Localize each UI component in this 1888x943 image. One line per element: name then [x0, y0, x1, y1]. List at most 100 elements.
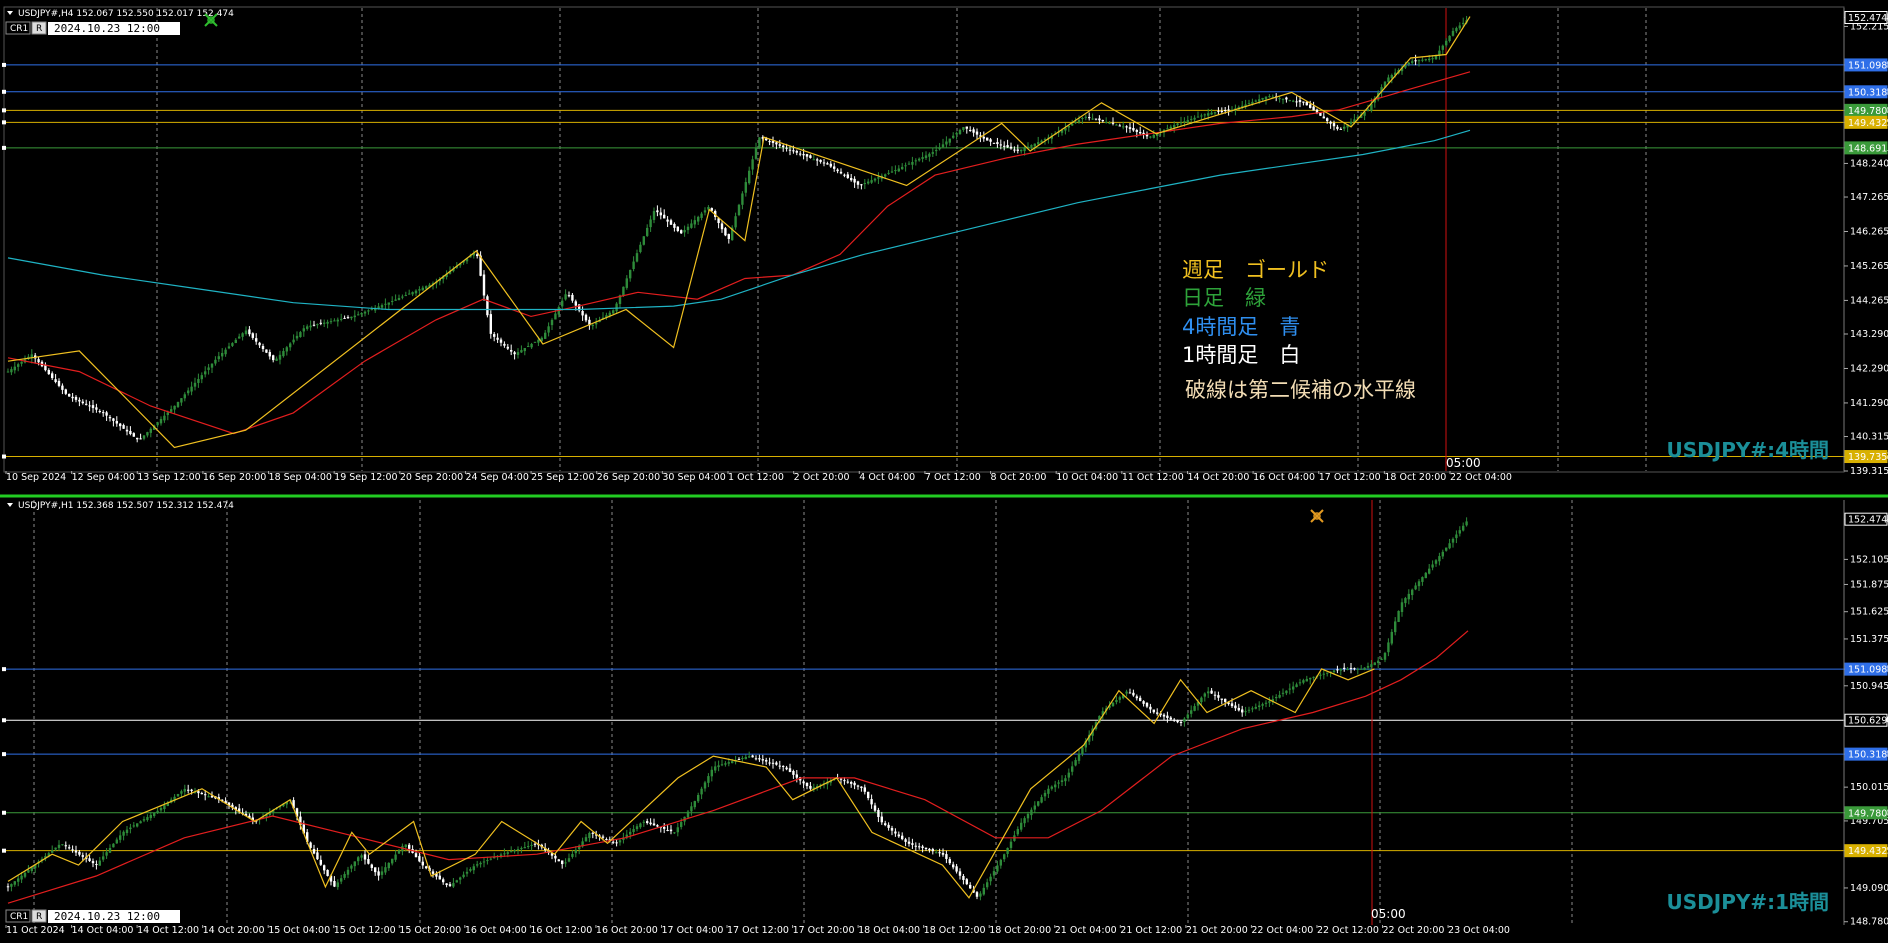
candle-body: [462, 874, 465, 878]
candle-body: [486, 296, 489, 316]
candle-body: [384, 867, 387, 873]
candle-body: [693, 220, 696, 225]
candle-body: [1261, 97, 1264, 100]
candle-body: [1322, 116, 1325, 119]
chart-canvas[interactable]: 152.474152.215151.098150.318149.780149.4…: [0, 0, 1888, 943]
candle-body: [676, 827, 679, 833]
bottom-chart-plot[interactable]: 152.474 152.105 151.875 151.625 151.375 151.0…: [2, 500, 1888, 936]
candle-body: [108, 417, 112, 419]
candle-body: [1213, 112, 1217, 114]
price-tick-label: 144.265: [1850, 295, 1888, 306]
candle-body: [156, 810, 159, 814]
candle-body: [1166, 128, 1169, 130]
candle-body: [680, 230, 683, 234]
candle-body: [1098, 118, 1101, 121]
candle-body: [1448, 543, 1451, 549]
level-handle[interactable]: [2, 718, 6, 723]
time-tick-label: 12 Sep 04:00: [72, 472, 135, 483]
candle-body: [1251, 708, 1254, 710]
candle-body: [292, 339, 295, 343]
level-handle[interactable]: [2, 108, 6, 113]
candle-body: [1387, 77, 1390, 82]
candle-body: [911, 161, 914, 165]
candle-body: [911, 843, 914, 845]
level-handle[interactable]: [2, 454, 6, 459]
candle-body: [754, 758, 758, 760]
candle-body: [1037, 142, 1040, 145]
candle-body: [425, 866, 428, 869]
candle-body: [6, 371, 10, 373]
level-handle[interactable]: [2, 810, 6, 815]
level-handle[interactable]: [2, 752, 6, 757]
candle-body: [139, 438, 142, 440]
candle-body: [1295, 684, 1298, 687]
candle-body: [153, 812, 156, 817]
level-handle[interactable]: [2, 62, 6, 67]
candle-body: [17, 878, 20, 882]
candle-body: [924, 847, 928, 850]
top-chart-plot[interactable]: 152.474152.215151.098150.318149.780149.4…: [2, 8, 1888, 483]
candle-body: [1428, 58, 1431, 61]
candle-body: [1302, 680, 1305, 683]
candle-body: [346, 317, 350, 319]
trade-arrow-icon[interactable]: [1310, 509, 1324, 523]
level-handle[interactable]: [2, 848, 6, 853]
bottom-vline-label: 05:00: [1371, 907, 1406, 921]
candle-body: [996, 142, 999, 145]
candle-body: [649, 822, 652, 825]
candle-body: [955, 866, 958, 872]
candle-body: [996, 865, 999, 872]
candle-body: [931, 849, 934, 852]
level-handle[interactable]: [2, 120, 6, 125]
candle-body: [1071, 123, 1074, 126]
level-handle[interactable]: [2, 667, 6, 672]
time-tick-label: 18 Oct 20:00: [1384, 472, 1446, 483]
candle-body: [867, 791, 870, 799]
candle-body: [299, 332, 302, 338]
candle-body: [370, 864, 373, 868]
bottom-symbol-line: USDJPY#,H1 152.368 152.507 152.312 152.4…: [18, 501, 234, 511]
candle-body: [193, 382, 197, 387]
candle-body: [527, 345, 530, 348]
candle-body: [132, 433, 135, 437]
candle-body: [506, 346, 509, 349]
candle-body: [1043, 792, 1047, 797]
time-tick-label: 11 Oct 12:00: [1122, 472, 1184, 483]
candle-body: [629, 269, 632, 279]
candle-body: [64, 845, 67, 847]
candle-body: [1169, 126, 1172, 129]
candle-body: [85, 403, 88, 405]
time-tick-label: 18 Sep 04:00: [269, 472, 332, 483]
candle-body: [1111, 702, 1115, 707]
price-tick-label: 152.105: [1850, 554, 1888, 565]
candle-body: [1329, 121, 1332, 124]
candle-body: [1360, 668, 1363, 670]
chart-menu-triangle-icon[interactable]: [7, 11, 13, 15]
candle-body: [1339, 128, 1342, 130]
candle-body: [95, 407, 98, 410]
level-handle[interactable]: [2, 145, 6, 150]
candle-body: [1030, 145, 1033, 147]
level-handle[interactable]: [2, 89, 6, 94]
candle-body: [408, 293, 411, 295]
candle-body: [788, 768, 792, 773]
candle-body: [765, 760, 768, 762]
time-tick-label: 14 Oct 04:00: [72, 925, 134, 936]
time-tick-label: 14 Oct 12:00: [137, 925, 199, 936]
candle-body: [720, 223, 724, 230]
candle-body: [751, 159, 754, 170]
price-tick-label: 147.265: [1850, 192, 1888, 203]
candle-body: [13, 881, 16, 885]
candle-body: [1013, 149, 1016, 151]
candle-body: [1298, 682, 1302, 684]
chart-menu-triangle-icon[interactable]: [7, 503, 13, 507]
candle-body: [414, 853, 418, 858]
candle-body: [61, 844, 64, 846]
candle-body: [533, 341, 537, 343]
candle-body: [1319, 674, 1322, 676]
candle-body: [414, 290, 418, 294]
candle-body: [1285, 690, 1288, 694]
candle-body: [727, 234, 730, 239]
candle-body: [731, 761, 734, 764]
candle-body: [1108, 122, 1111, 124]
